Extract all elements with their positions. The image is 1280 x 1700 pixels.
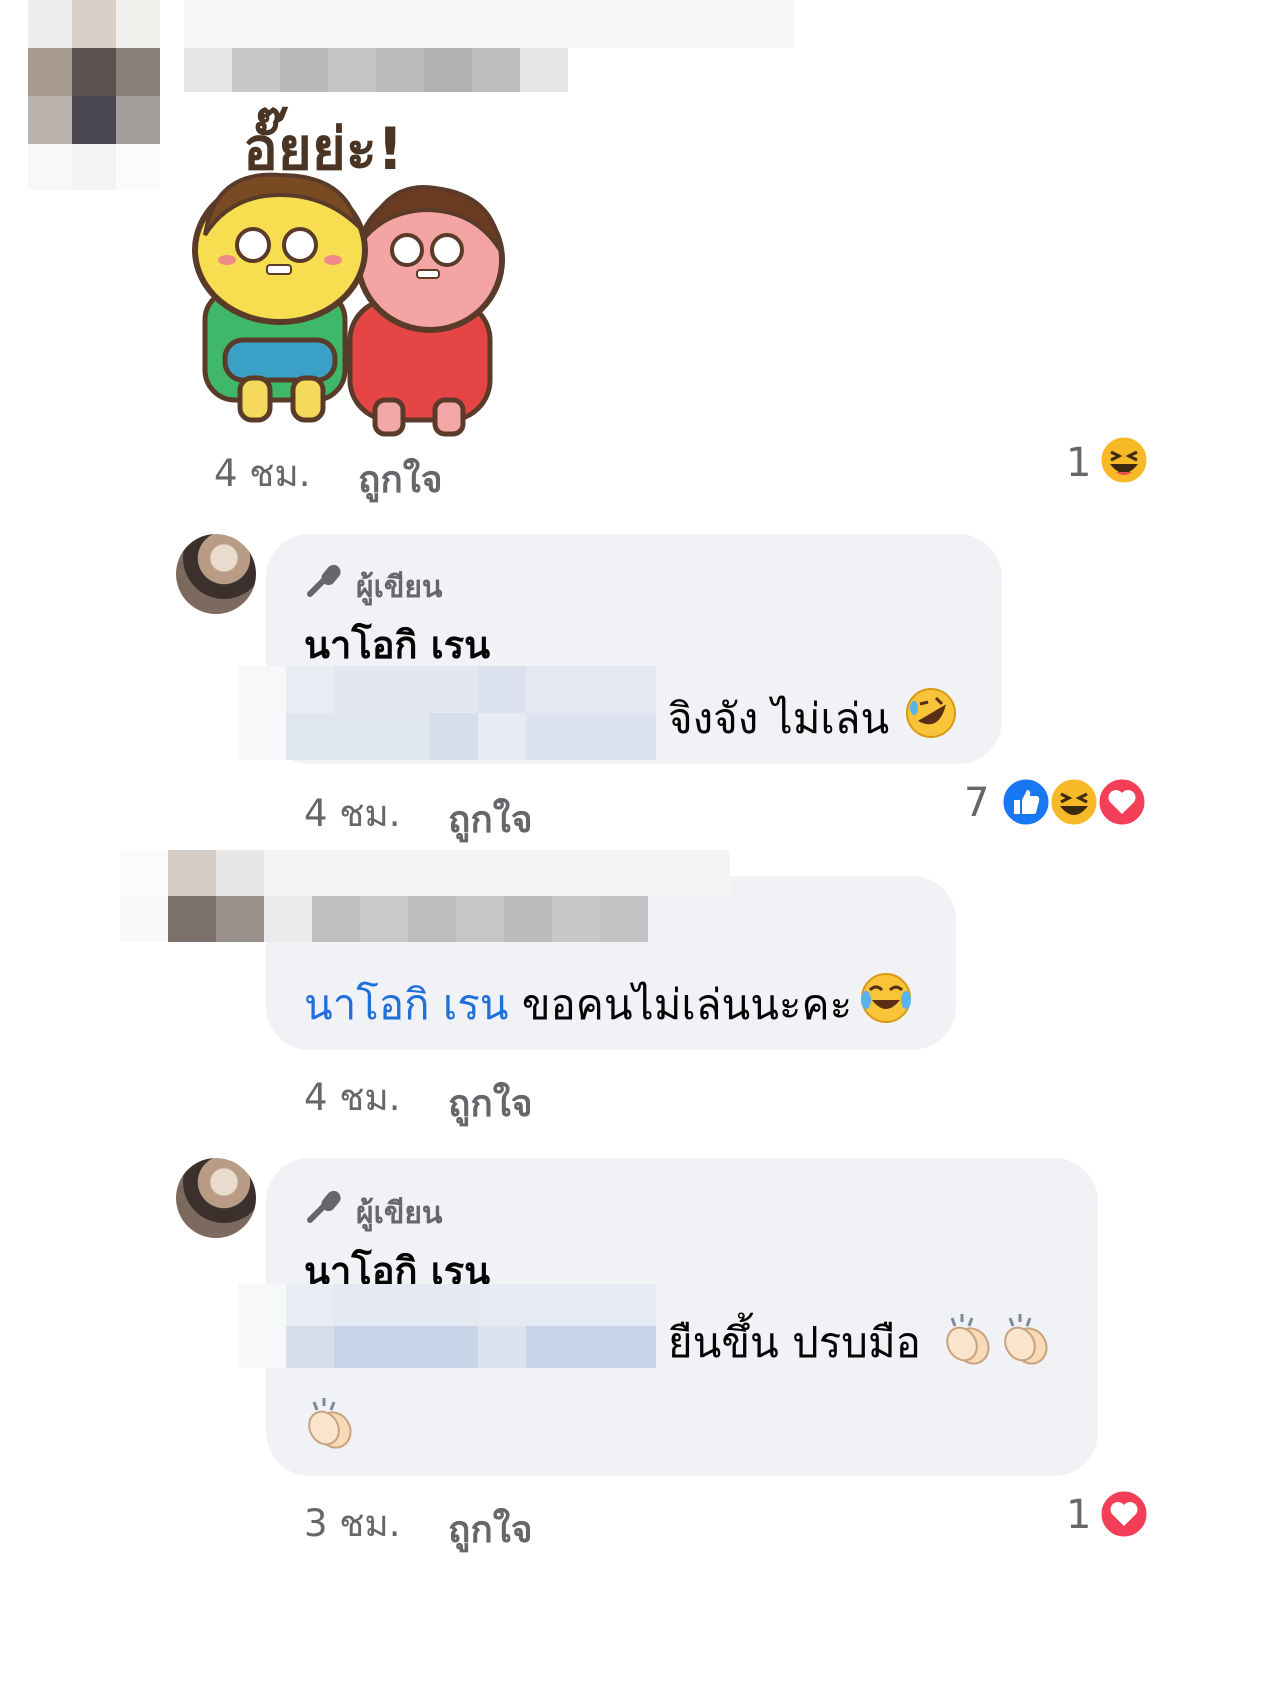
comment-text: ขอคนไม่เล่นนะคะ (521, 980, 853, 1029)
author-badge: ผู้เขียน (356, 1196, 443, 1231)
sticker-illustration (192, 172, 505, 437)
sticker[interactable]: อั๊ยย่ะ! (185, 100, 515, 440)
haha-icon (1048, 776, 1100, 828)
love-icon (1096, 776, 1148, 828)
clapping-hands-emoji-icon (946, 1314, 990, 1365)
comment-time[interactable]: 4 ชม. (304, 784, 401, 843)
like-link[interactable]: ถูกใจ (358, 450, 443, 509)
avatar[interactable] (176, 534, 256, 614)
reply-2-meta: 4 ชม. ถูกใจ (304, 1068, 604, 1125)
reaction-summary[interactable]: 1 (1060, 1486, 1160, 1542)
like-icon (1000, 776, 1052, 828)
comment-time[interactable]: 4 ชม. (304, 1068, 401, 1127)
mention-pixelated[interactable] (238, 1284, 656, 1368)
reply-1-meta: 4 ชม. ถูกใจ (304, 784, 604, 841)
reaction-count: 7 (964, 780, 990, 826)
author-badge: ผู้เขียน (356, 570, 443, 605)
like-link[interactable]: ถูกใจ (448, 1500, 533, 1559)
reaction-summary[interactable]: 1 (1060, 434, 1160, 490)
reply-3-meta: 3 ชม. ถูกใจ (304, 1494, 604, 1551)
mention-link[interactable]: นาโอกิ เรน (304, 980, 508, 1029)
avatar[interactable] (176, 1158, 256, 1238)
clapping-hands-emoji-icon (308, 1398, 352, 1449)
avatar-pixelated[interactable] (28, 0, 160, 190)
reaction-count: 1 (1066, 1492, 1092, 1538)
reaction-count: 1 (1066, 440, 1092, 486)
comment-time[interactable]: 3 ชม. (304, 1494, 401, 1553)
love-icon (1098, 1488, 1150, 1540)
like-link[interactable]: ถูกใจ (448, 1074, 533, 1133)
like-link[interactable]: ถูกใจ (448, 790, 533, 849)
tears-of-joy-emoji-icon (861, 973, 911, 1023)
comment-text: จิงจัง ไม่เล่น (668, 694, 890, 743)
rofl-emoji-icon (906, 688, 956, 738)
haha-icon (1098, 434, 1150, 486)
avatar-pixelated[interactable] (120, 850, 264, 942)
clapping-hands-emoji-icon (1004, 1314, 1048, 1365)
author-name-pixelated[interactable] (264, 850, 730, 942)
microphone-icon (307, 564, 341, 597)
comment-text: ยืนขึ้น ปรบมือ (668, 1318, 921, 1367)
comment-text-line: นาโอกิ เรน ขอคนไม่เล่นนะคะ (304, 972, 852, 1038)
author-name-pixelated[interactable] (184, 0, 794, 92)
mention-pixelated[interactable] (238, 666, 656, 760)
microphone-icon (307, 1190, 341, 1223)
comment-1-meta: 4 ชม. ถูกใจ (214, 444, 514, 501)
reaction-summary[interactable]: 7 (960, 774, 1160, 830)
comment-time[interactable]: 4 ชม. (214, 444, 311, 503)
